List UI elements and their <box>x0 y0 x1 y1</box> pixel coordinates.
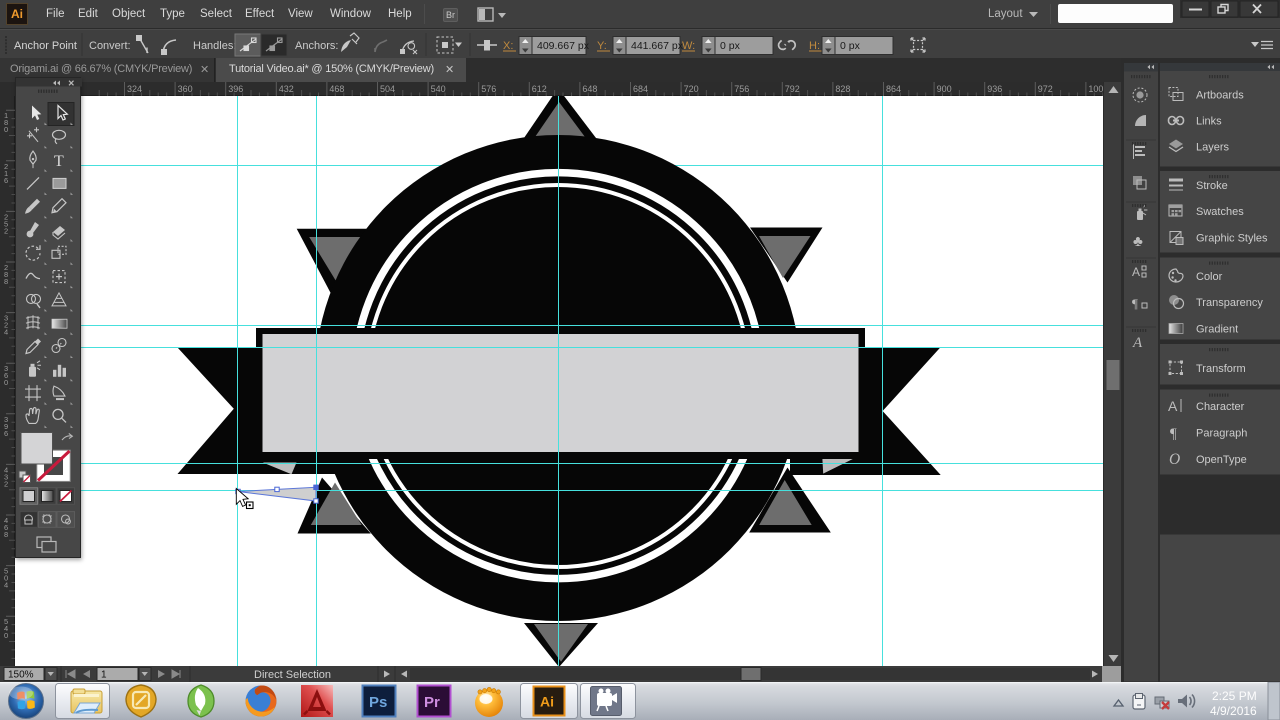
svg-text:Convert:: Convert: <box>89 40 131 52</box>
svg-text:972: 972 <box>1038 84 1053 94</box>
svg-text:792: 792 <box>785 84 800 94</box>
svg-text:Paragraph: Paragraph <box>1196 428 1247 440</box>
svg-text:Anchors:: Anchors: <box>295 40 338 52</box>
svg-text:576: 576 <box>481 84 496 94</box>
svg-text:W:: W: <box>682 40 695 52</box>
svg-text:504: 504 <box>4 567 8 590</box>
svg-text:396: 396 <box>4 415 8 438</box>
svg-text:Transform: Transform <box>1196 363 1246 375</box>
svg-text:150%: 150% <box>8 670 34 681</box>
svg-text:Layers: Layers <box>1196 142 1230 154</box>
svg-text:324: 324 <box>4 314 8 337</box>
svg-text:Swatches: Swatches <box>1196 206 1244 218</box>
svg-text:Handles:: Handles: <box>193 40 236 52</box>
svg-text:Links: Links <box>1196 116 1222 128</box>
svg-text:864: 864 <box>886 84 901 94</box>
svg-text:409.667 px: 409.667 px <box>537 40 590 52</box>
svg-text:Ps: Ps <box>369 694 387 711</box>
svg-text:936: 936 <box>987 84 1002 94</box>
svg-text:540: 540 <box>431 84 446 94</box>
svg-text:468: 468 <box>4 516 8 539</box>
svg-text:180: 180 <box>4 111 8 134</box>
svg-text:Anchor Point: Anchor Point <box>14 40 77 52</box>
svg-text:612: 612 <box>532 84 547 94</box>
svg-text:Artboards: Artboards <box>1196 90 1244 102</box>
svg-text:360: 360 <box>178 84 193 94</box>
svg-text:2:25 PM: 2:25 PM <box>1212 689 1257 703</box>
svg-text:A: A <box>1132 265 1140 279</box>
svg-text:Character: Character <box>1196 401 1245 413</box>
svg-text:324: 324 <box>127 84 142 94</box>
svg-text:4/9/2016: 4/9/2016 <box>1210 704 1257 718</box>
svg-text:H:: H: <box>809 40 820 52</box>
svg-text:504: 504 <box>380 84 395 94</box>
svg-text:Ai: Ai <box>540 694 554 710</box>
svg-text:0 px: 0 px <box>840 40 861 52</box>
svg-text:756: 756 <box>734 84 749 94</box>
svg-text:Direct Selection: Direct Selection <box>254 669 331 681</box>
svg-text:Stroke: Stroke <box>1196 180 1228 192</box>
svg-text:Pr: Pr <box>424 694 440 711</box>
svg-text:1: 1 <box>101 670 107 681</box>
svg-text:720: 720 <box>684 84 699 94</box>
svg-text:396: 396 <box>228 84 243 94</box>
svg-text:441.667 px: 441.667 px <box>631 40 684 52</box>
svg-text:432: 432 <box>4 465 8 488</box>
svg-text:468: 468 <box>329 84 344 94</box>
svg-text:684: 684 <box>633 84 648 94</box>
svg-text:252: 252 <box>4 212 8 235</box>
svg-text:X:: X: <box>503 40 513 52</box>
svg-text:Transparency: Transparency <box>1196 297 1263 309</box>
svg-text:A: A <box>1132 335 1143 351</box>
svg-text:540: 540 <box>4 617 8 640</box>
svg-text:Graphic Styles: Graphic Styles <box>1196 233 1268 245</box>
svg-text:216: 216 <box>4 162 8 185</box>
svg-text:828: 828 <box>835 84 850 94</box>
svg-text:Gradient: Gradient <box>1196 324 1238 336</box>
svg-text:0 px: 0 px <box>720 40 741 52</box>
svg-text:OpenType: OpenType <box>1196 454 1247 466</box>
svg-text:Y:: Y: <box>597 40 607 52</box>
svg-text:♣: ♣ <box>1133 233 1143 250</box>
svg-text:432: 432 <box>279 84 294 94</box>
svg-text:¶: ¶ <box>1132 296 1138 311</box>
svg-text:T: T <box>54 153 64 170</box>
svg-text:Color: Color <box>1196 271 1223 283</box>
svg-text:288: 288 <box>4 263 8 286</box>
svg-text:360: 360 <box>4 364 8 387</box>
svg-text:900: 900 <box>937 84 952 94</box>
svg-text:648: 648 <box>582 84 597 94</box>
